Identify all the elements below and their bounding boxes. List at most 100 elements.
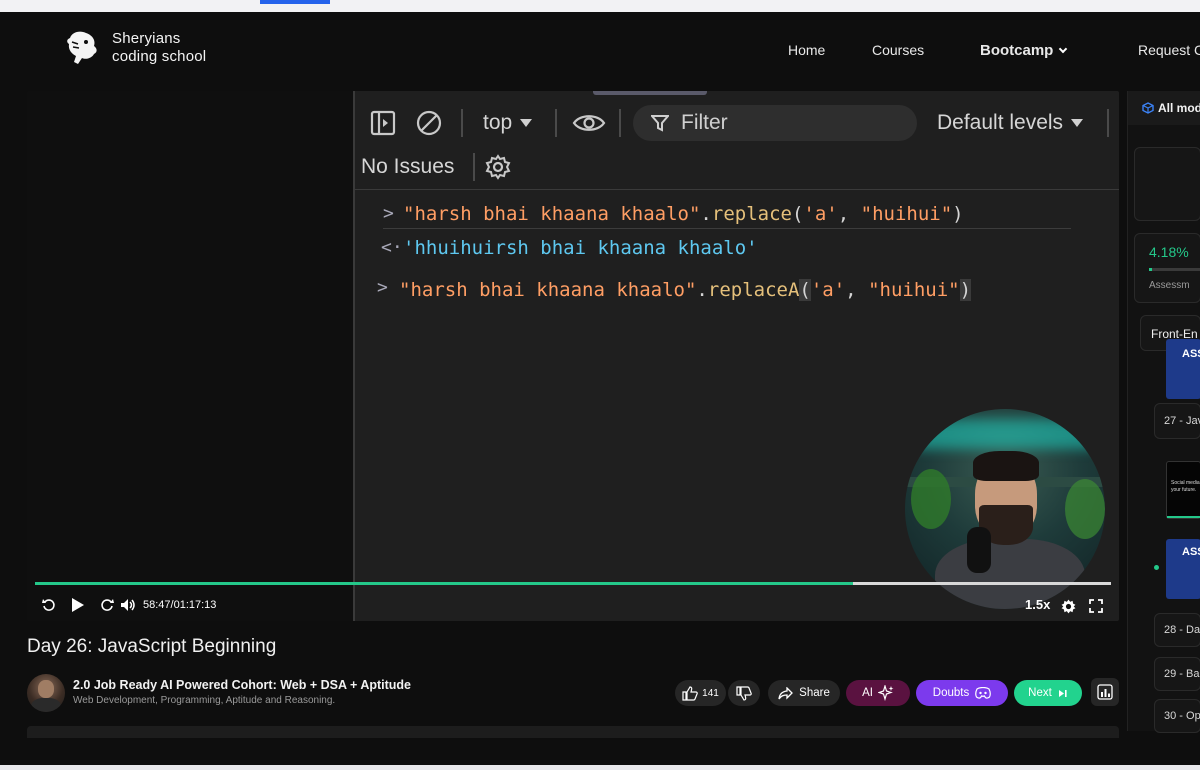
module-item[interactable]: 28 - Da bbox=[1154, 613, 1200, 647]
thumbnail-text: Social media your future. bbox=[1171, 480, 1200, 493]
eye-icon[interactable] bbox=[571, 109, 607, 137]
lion-logo-icon bbox=[67, 31, 97, 65]
filter-input[interactable]: Filter bbox=[633, 105, 917, 141]
code-paren: ( bbox=[791, 203, 804, 225]
module-item[interactable]: 30 - Op bbox=[1154, 699, 1200, 733]
code-string: "harsh bhai khaana khaalo" bbox=[399, 279, 697, 301]
video-title: Day 26: JavaScript Beginning bbox=[27, 636, 277, 657]
code-method: replace bbox=[711, 203, 792, 225]
forward-icon[interactable] bbox=[99, 597, 115, 613]
console-input-2[interactable]: "harsh bhai khaana khaalo".replaceA('a',… bbox=[399, 279, 972, 301]
code-paren: ( bbox=[799, 279, 811, 301]
webcam-overlay bbox=[905, 409, 1105, 609]
tab-indicator-bar bbox=[260, 0, 330, 4]
video-left-area bbox=[27, 91, 353, 621]
progress-card: 4.18% Assessm bbox=[1134, 233, 1200, 303]
module-item-label: 27 - Jav bbox=[1164, 415, 1200, 427]
cube-icon bbox=[1142, 102, 1154, 114]
nav-bootcamp-label: Bootcamp bbox=[980, 42, 1054, 59]
gear-icon[interactable] bbox=[483, 153, 513, 181]
seek-bar[interactable] bbox=[35, 582, 1111, 585]
play-icon[interactable] bbox=[69, 596, 87, 614]
toolbar-divider bbox=[473, 153, 475, 181]
console-prompt-3: > bbox=[377, 277, 388, 298]
share-button[interactable]: Share bbox=[768, 680, 840, 706]
module-item[interactable]: 27 - Jav bbox=[1154, 403, 1200, 439]
course-title[interactable]: 2.0 Job Ready AI Powered Cohort: Web + D… bbox=[73, 678, 411, 692]
ai-button[interactable]: AI bbox=[846, 680, 910, 706]
devtools-tab-indicator bbox=[593, 91, 707, 95]
console-input-1: "harsh bhai khaana khaalo".replace('a', … bbox=[403, 203, 964, 225]
levels-select-label: Default levels bbox=[937, 111, 1064, 134]
playback-speed[interactable]: 1.5x bbox=[1025, 597, 1050, 612]
discord-icon bbox=[975, 687, 992, 699]
module-item-label: 30 - Op bbox=[1164, 710, 1200, 722]
app-root: Sheryians coding school Home Courses Boo… bbox=[0, 12, 1200, 770]
code-arg: 'a' bbox=[803, 203, 838, 225]
levels-select[interactable]: Default levels bbox=[937, 111, 1084, 135]
sparkle-icon bbox=[877, 685, 894, 701]
webcam-person-hair bbox=[973, 451, 1039, 481]
doubts-button[interactable]: Doubts bbox=[916, 680, 1008, 706]
volume-icon[interactable] bbox=[119, 597, 137, 613]
toolbar-divider bbox=[555, 109, 557, 137]
module-item-label: 29 - Ba bbox=[1164, 668, 1200, 680]
skip-next-icon bbox=[1058, 689, 1067, 697]
logo-text: Sheryians coding school bbox=[112, 30, 206, 66]
code-arg: "huihui" bbox=[860, 203, 953, 225]
code-arg: "huihui" bbox=[868, 279, 960, 301]
module-item-label: 28 - Da bbox=[1164, 624, 1200, 636]
rewind-icon[interactable] bbox=[41, 597, 57, 613]
settings-gear-icon[interactable] bbox=[1059, 597, 1077, 615]
devtools-divider bbox=[355, 189, 1119, 190]
stats-button[interactable] bbox=[1091, 678, 1119, 706]
sidebar-card bbox=[1134, 147, 1200, 221]
nav-home[interactable]: Home bbox=[788, 42, 825, 58]
video-player[interactable]: top Filter Default levels No Issues > "h… bbox=[27, 91, 1119, 621]
issues-label[interactable]: No Issues bbox=[361, 155, 454, 179]
avatar bbox=[27, 674, 65, 712]
sidebar-toggle-icon[interactable] bbox=[369, 109, 397, 137]
code-arg: 'a' bbox=[810, 279, 846, 301]
context-select[interactable]: top bbox=[483, 111, 533, 135]
code-method: replaceA bbox=[707, 279, 800, 301]
toolbar-divider bbox=[619, 109, 621, 137]
logo[interactable]: Sheryians coding school bbox=[64, 28, 206, 68]
filter-placeholder: Filter bbox=[681, 111, 728, 134]
toolbar-divider bbox=[461, 109, 463, 137]
like-button[interactable]: 141 bbox=[675, 680, 726, 706]
thumbs-up-icon bbox=[682, 685, 698, 701]
webcam-plant bbox=[1065, 479, 1105, 539]
dislike-button[interactable] bbox=[728, 680, 760, 706]
devtools-toolbar: top Filter Default levels bbox=[355, 105, 1119, 141]
webcam-plant bbox=[911, 469, 951, 529]
module-thumbnail[interactable]: Social media your future. bbox=[1166, 461, 1200, 519]
fullscreen-icon[interactable] bbox=[1087, 597, 1105, 615]
module-item[interactable]: 29 - Ba bbox=[1154, 657, 1200, 691]
like-count: 141 bbox=[702, 687, 719, 699]
code-comma: , bbox=[837, 203, 861, 225]
modules-sidebar: All mod 4.18% Assessm Front-En 27 - Jav … bbox=[1127, 91, 1200, 733]
thumbnail-progress bbox=[1167, 516, 1200, 518]
nav-request[interactable]: Request C bbox=[1138, 42, 1200, 58]
course-subtitle: Web Development, Programming, Aptitude a… bbox=[73, 695, 336, 706]
caret-down-icon bbox=[1071, 119, 1084, 127]
next-button[interactable]: Next bbox=[1014, 680, 1082, 706]
nav-courses[interactable]: Courses bbox=[872, 42, 924, 58]
logo-line-2: coding school bbox=[112, 48, 207, 65]
share-label: Share bbox=[799, 687, 830, 699]
code-comma: , bbox=[845, 279, 869, 301]
code-dot: . bbox=[700, 203, 712, 225]
progress-percent: 4.18% bbox=[1149, 244, 1189, 260]
current-dot bbox=[1154, 565, 1159, 570]
modules-header-label: All mod bbox=[1158, 101, 1200, 115]
content-bottom-bar bbox=[27, 726, 1119, 738]
devtools-toolbar-row-2: No Issues bbox=[355, 149, 1119, 185]
time-display: 58:47/01:17:13 bbox=[143, 599, 217, 611]
nav-bootcamp[interactable]: Bootcamp bbox=[980, 42, 1068, 59]
modules-header[interactable]: All mod bbox=[1128, 91, 1200, 125]
share-icon bbox=[778, 686, 794, 700]
clear-console-icon[interactable] bbox=[415, 109, 443, 137]
seek-bar-fill bbox=[35, 582, 853, 585]
context-select-label: top bbox=[483, 111, 513, 134]
